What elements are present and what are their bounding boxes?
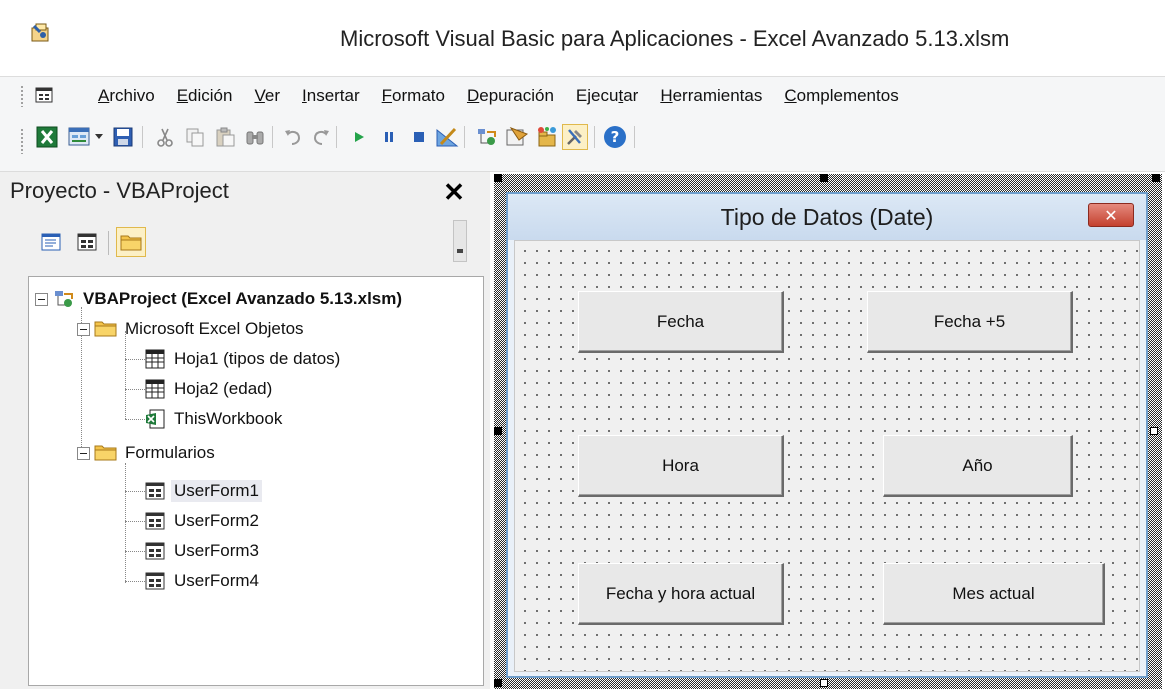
toolbar-separator [142,126,143,148]
collapse-toggle[interactable] [77,322,90,336]
tree-node-userform3[interactable]: UserForm3 [143,537,262,565]
design-mode-icon[interactable] [434,124,460,150]
userform-close-button[interactable]: ✕ [1088,203,1134,227]
window-title: Microsoft Visual Basic para Aplicaciones… [340,26,1010,51]
collapse-toggle[interactable] [35,292,48,306]
resize-handle-n[interactable] [820,174,828,182]
copy-icon[interactable] [182,124,208,150]
view-object-icon[interactable] [72,227,102,257]
workbook-icon [143,408,167,430]
paste-icon[interactable] [212,124,238,150]
userform-icon [143,510,167,532]
tree-node-userform1[interactable]: UserForm1 [143,477,263,505]
userform-icon [143,480,167,502]
save-icon[interactable] [110,124,136,150]
insert-userform-icon[interactable] [66,124,92,150]
project-panel-title: Proyecto - VBAProject [10,178,229,203]
collapse-toggle[interactable] [77,446,90,460]
tree-connector [125,331,126,419]
svg-text:?: ? [611,128,620,146]
folder-icon [94,442,118,464]
toolbar-separator [594,126,595,148]
toolbar-separator [336,126,337,148]
resize-handle-sw[interactable] [494,679,502,687]
toolbar-separator [634,126,635,148]
menu-grip[interactable] [20,85,24,107]
excel-view-icon[interactable] [34,124,60,150]
project-explorer-panel: Proyecto - VBAProject ✕ VBAProject (Exce… [0,172,488,689]
fecha-button[interactable]: Fecha [578,291,784,353]
tree-node-userform4[interactable]: UserForm4 [143,567,262,595]
resize-handle-nw[interactable] [494,174,502,182]
menu-edicion[interactable]: Edición [177,86,233,106]
menu-ejecutar[interactable]: Ejecutar [576,86,638,106]
tree-node-thisworkbook[interactable]: ThisWorkbook [143,405,285,433]
reset-icon[interactable] [406,124,432,150]
run-icon[interactable] [346,124,372,150]
menu-bar: Archivo Edición Ver Insertar Formato Dep… [0,76,1165,114]
userform-designer: Tipo de Datos (Date) ✕ Fecha Fecha +5 Ho… [490,172,1165,689]
help-icon[interactable]: ? [602,124,628,150]
find-icon[interactable] [242,124,268,150]
userform-window[interactable]: Tipo de Datos (Date) ✕ Fecha Fecha +5 Ho… [506,192,1148,678]
toolbox-icon[interactable] [562,124,588,150]
toolbar-separator [272,126,273,148]
fecha-plus5-button[interactable]: Fecha +5 [867,291,1073,353]
tree-connector [125,463,126,583]
project-explorer-icon[interactable] [474,124,500,150]
resize-handle-e[interactable] [1150,427,1158,435]
sheet-icon [143,378,167,400]
vba-app-icon[interactable] [30,22,52,44]
resize-handle-s[interactable] [820,679,828,687]
menu-herramientas[interactable]: Herramientas [660,86,762,106]
toggle-folders-icon[interactable] [116,227,146,257]
mes-actual-button[interactable]: Mes actual [883,563,1105,625]
toolbar-separator [464,126,465,148]
title-bar: Microsoft Visual Basic para Aplicaciones… [0,0,1165,88]
break-icon[interactable] [376,124,402,150]
userform-grid[interactable]: Fecha Fecha +5 Hora Año Fecha y hora act… [514,240,1140,672]
toolbar-grip[interactable] [20,128,24,154]
hora-button[interactable]: Hora [578,435,784,497]
userform-titlebar[interactable]: Tipo de Datos (Date) ✕ [508,194,1146,240]
menu-ver[interactable]: Ver [254,86,280,106]
menu-insertar[interactable]: Insertar [302,86,360,106]
menu-formato[interactable]: Formato [382,86,445,106]
redo-icon[interactable] [308,124,334,150]
panel-toolbar-overflow[interactable] [453,220,467,262]
menu-depuracion[interactable]: Depuración [467,86,554,106]
userform-icon [143,540,167,562]
standard-toolbar: ? [0,114,1165,172]
tree-node-vbaproject[interactable]: VBAProject (Excel Avanzado 5.13.xlsm) [35,285,405,313]
menu-complementos[interactable]: Complementos [784,86,898,106]
userform-icon [143,570,167,592]
view-code-icon[interactable] [36,227,66,257]
undo-icon[interactable] [280,124,306,150]
userform-menu-icon[interactable] [35,87,53,103]
fecha-hora-actual-button[interactable]: Fecha y hora actual [578,563,784,625]
folder-icon [94,318,118,340]
tree-node-hoja1[interactable]: Hoja1 (tipos de datos) [143,345,343,373]
tree-node-excel-objects[interactable]: Microsoft Excel Objetos [77,315,307,343]
cut-icon[interactable] [152,124,178,150]
anio-button[interactable]: Año [883,435,1073,497]
tree-node-userform2[interactable]: UserForm2 [143,507,262,535]
project-panel-close-button[interactable]: ✕ [440,177,468,207]
menu-archivo[interactable]: Archivo [98,86,155,106]
properties-window-icon[interactable] [504,124,530,150]
resize-handle-w[interactable] [494,427,502,435]
vbaproject-icon [52,288,76,310]
tree-node-formularios[interactable]: Formularios [77,439,218,467]
userform-title: Tipo de Datos (Date) [720,204,934,230]
resize-handle-ne[interactable] [1152,174,1160,182]
object-browser-icon[interactable] [534,124,560,150]
project-tree: VBAProject (Excel Avanzado 5.13.xlsm) Mi… [28,276,484,686]
dropdown-arrow-icon[interactable] [92,124,106,150]
sheet-icon [143,348,167,370]
tree-node-hoja2[interactable]: Hoja2 (edad) [143,375,275,403]
panel-toolbar-separator [108,231,109,255]
